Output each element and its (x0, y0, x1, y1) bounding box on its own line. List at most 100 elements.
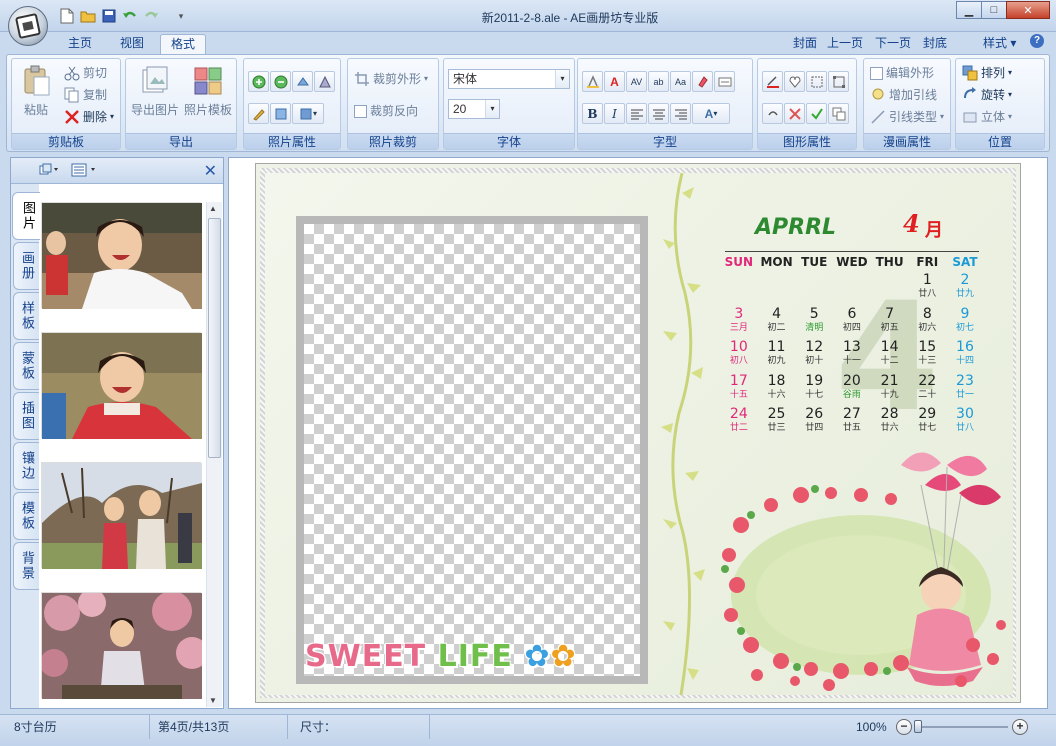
font-color-icon[interactable]: A (604, 71, 625, 92)
char-scale-icon[interactable]: ab (648, 71, 669, 92)
help-icon[interactable]: ? (1030, 34, 1044, 48)
vtab-masks[interactable]: 蒙板 (13, 342, 39, 390)
cut-button[interactable]: 剪切 (64, 63, 107, 83)
add-leader-button[interactable]: 增加引线 (870, 85, 937, 105)
text-box-icon[interactable] (714, 71, 735, 92)
view-mode-button[interactable] (39, 163, 61, 179)
heart-shape-icon[interactable] (784, 71, 805, 92)
scroll-thumb[interactable] (208, 218, 221, 458)
rotate-button[interactable]: 旋转 ▾ (962, 85, 1012, 105)
app-menu-button[interactable] (8, 6, 48, 46)
maximize-button[interactable]: □ (981, 1, 1007, 19)
export-image-button[interactable]: 导出图片 (130, 63, 180, 118)
flip-photo-icon[interactable] (314, 71, 335, 92)
crop-shape-button[interactable]: 裁剪外形 ▾ (354, 69, 428, 89)
vtab-images[interactable]: 图片 (12, 192, 40, 240)
next-page-link[interactable]: 下一页 (875, 34, 911, 51)
redo-icon[interactable] (142, 7, 160, 25)
cover-link[interactable]: 封面 (793, 34, 817, 51)
scroll-up-icon[interactable]: ▲ (209, 204, 217, 213)
photo-placeholder[interactable] (296, 216, 648, 684)
zoom-slider[interactable] (920, 726, 1008, 728)
shape-resize-icon[interactable] (828, 71, 849, 92)
vtab-illustrations[interactable]: 插图 (13, 392, 39, 440)
shape-nodes-icon[interactable] (806, 71, 827, 92)
calendar-grid[interactable]: SUN MON TUE WED THU FRI SAT 1 廿八 2 廿九 3 三月 4 初二 5 清明 6 初四… (720, 255, 984, 437)
month-char[interactable]: 月 (925, 216, 943, 242)
minimize-button[interactable]: ▁ (956, 1, 982, 19)
paste-button[interactable]: 粘贴 (18, 63, 54, 118)
calendar-day: 8 初六 (908, 303, 946, 337)
close-panel-icon[interactable]: ✕ (204, 161, 217, 181)
thumbnail-image[interactable] (41, 332, 202, 439)
vtab-samples[interactable]: 样板 (13, 292, 39, 340)
close-button[interactable]: ✕ (1006, 1, 1050, 19)
calendar-page[interactable]: SWEET LIFE ✿✿ 4 APRRL 4 月 SUN MON TUE WE… (255, 163, 1021, 703)
export-image-label: 导出图片 (130, 103, 179, 117)
list-mode-button[interactable] (71, 163, 99, 179)
vtab-templates[interactable]: 模板 (13, 492, 39, 540)
tab-format[interactable]: 格式 (160, 34, 207, 55)
rotate-photo-icon[interactable] (292, 71, 313, 92)
align-center-icon[interactable] (648, 103, 669, 124)
font-family-select[interactable]: 宋体 ▾ (448, 69, 570, 89)
cancel-shape-icon[interactable] (784, 103, 805, 124)
copy-button[interactable]: 复制 (64, 85, 107, 105)
stereo-button[interactable]: 立体 ▾ (962, 107, 1012, 127)
tab-view[interactable]: 视图 (110, 34, 154, 54)
leader-type-button[interactable]: 引线类型 ▾ (870, 107, 944, 127)
save-icon[interactable] (100, 7, 118, 25)
new-file-icon[interactable] (58, 7, 76, 25)
zoom-in-button[interactable]: + (1012, 719, 1028, 735)
pencil-icon[interactable] (248, 103, 269, 124)
vtab-album[interactable]: 画册 (13, 242, 39, 290)
line-color-icon[interactable] (762, 71, 783, 92)
align-right-icon[interactable] (670, 103, 691, 124)
undo-icon[interactable] (121, 7, 139, 25)
text-effect-dropdown[interactable]: A ▾ (692, 103, 730, 124)
confirm-shape-icon[interactable] (806, 103, 827, 124)
open-folder-icon[interactable] (79, 7, 97, 25)
thumbnail-scrollbar[interactable]: ▲ ▼ (206, 202, 222, 707)
delete-button[interactable]: 删除 ▾ (64, 107, 114, 127)
prev-page-link[interactable]: 上一页 (827, 34, 863, 51)
edit-shape-checkbox[interactable]: 编辑外形 (870, 63, 934, 83)
highlight-icon[interactable] (692, 71, 713, 92)
vtab-borders[interactable]: 镶边 (13, 442, 39, 490)
chevron-down-icon: ▾ (555, 70, 569, 88)
back-cover-link[interactable]: 封底 (923, 34, 947, 51)
customize-icon[interactable]: ▾ (172, 7, 190, 25)
day-number: 26 (805, 406, 824, 422)
style-menu[interactable]: 样式 ▾ (983, 34, 1016, 51)
zoom-out-button[interactable]: − (896, 719, 912, 735)
font-size-select[interactable]: 20 ▾ (448, 99, 500, 119)
vtab-backgrounds[interactable]: 背景 (13, 542, 39, 590)
bold-icon[interactable]: B (582, 103, 603, 124)
month-title-en[interactable]: APRRL (755, 215, 836, 240)
shape-copy-icon[interactable] (828, 103, 849, 124)
align-left-icon[interactable] (626, 103, 647, 124)
brightness-icon[interactable] (270, 103, 291, 124)
transparent-area (304, 224, 640, 676)
month-number[interactable]: 4 (903, 209, 920, 238)
photo-effect-dropdown[interactable]: ▾ (292, 103, 324, 124)
text-case-icon[interactable]: Aa (670, 71, 691, 92)
girl-balloon-decoration[interactable] (711, 445, 1013, 695)
zoom-slider-thumb[interactable] (914, 720, 922, 733)
text-fill-icon[interactable] (582, 71, 603, 92)
sweet-life-decoration[interactable]: SWEET LIFE ✿✿ (305, 639, 577, 674)
crop-reverse-checkbox[interactable]: 裁剪反向 (354, 101, 418, 121)
zoom-in-icon[interactable] (248, 71, 269, 92)
tab-home[interactable]: 主页 (58, 34, 102, 54)
scroll-down-icon[interactable]: ▼ (209, 696, 217, 705)
char-spacing-icon[interactable]: AV (626, 71, 647, 92)
thumbnail-image[interactable] (41, 589, 203, 699)
arrange-button[interactable]: 排列 ▾ (962, 63, 1012, 83)
zoom-out-icon[interactable] (270, 71, 291, 92)
undo-shape-icon[interactable] (762, 103, 783, 124)
thumbnail-image[interactable] (41, 202, 202, 309)
photo-template-button[interactable]: 照片模板 (182, 63, 234, 118)
thumbnail-image[interactable] (41, 462, 202, 569)
day-number: 10 (729, 339, 748, 355)
italic-icon[interactable]: I (604, 103, 625, 124)
